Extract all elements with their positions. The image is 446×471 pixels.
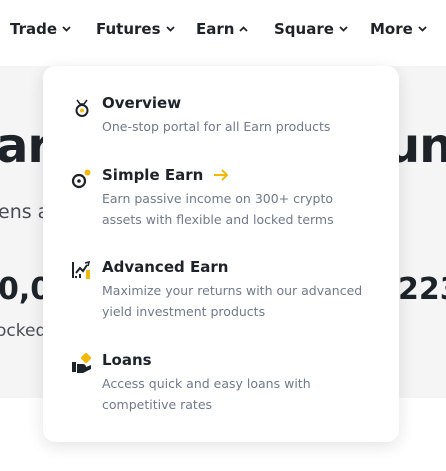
top-nav: Trade Futures Earn Square More	[0, 0, 446, 60]
nav-item-earn[interactable]: Earn	[196, 18, 249, 40]
menu-item-title: Simple Earn	[102, 166, 204, 184]
menu-item-title: Advanced Earn	[102, 258, 229, 276]
simple-earn-icon	[71, 167, 93, 189]
nav-item-futures[interactable]: Futures	[96, 18, 175, 40]
menu-item-description: Access quick and easy loans with competi…	[102, 376, 311, 412]
hero-subtitle-fragment: ens a	[0, 201, 50, 223]
menu-item-title: Overview	[102, 94, 182, 112]
earn-dropdown-menu: Overview One-stop portal for all Earn pr…	[43, 66, 399, 442]
hero-stat-fragment: 223	[398, 272, 446, 307]
nav-item-label: Futures	[96, 20, 161, 38]
menu-item-title: Loans	[102, 351, 152, 369]
chevron-down-icon	[165, 26, 175, 32]
chevron-down-icon	[418, 26, 427, 32]
menu-item-description: One-stop portal for all Earn products	[102, 119, 331, 134]
nav-item-more[interactable]: More	[370, 18, 427, 40]
chevron-down-icon	[62, 26, 71, 32]
chevron-down-icon	[339, 26, 348, 32]
menu-item-title-row: Simple Earn	[102, 166, 229, 184]
nav-item-label: More	[370, 20, 413, 38]
hero-locked-fragment: ocked	[0, 321, 47, 341]
arrow-right-icon	[213, 169, 229, 181]
menu-item-loans[interactable]: Loans Access quick and easy loans with c…	[43, 349, 399, 421]
nav-item-label: Square	[274, 20, 334, 38]
nav-item-square[interactable]: Square	[274, 18, 348, 40]
loans-icon	[71, 352, 93, 374]
nav-item-trade[interactable]: Trade	[10, 18, 71, 40]
nav-item-label: Trade	[10, 20, 58, 38]
chevron-up-icon	[239, 26, 249, 32]
menu-item-overview[interactable]: Overview One-stop portal for all Earn pr…	[43, 88, 399, 150]
overview-icon	[71, 97, 93, 119]
menu-item-description: Earn passive income on 300+ crypto asset…	[102, 191, 334, 227]
menu-item-description: Maximize your returns with our advanced …	[102, 283, 363, 319]
menu-item-simple-earn[interactable]: Simple Earn Earn passive income on 300+ …	[43, 164, 399, 236]
nav-item-label: Earn	[196, 20, 235, 38]
menu-item-advanced-earn[interactable]: Advanced Earn Maximize your returns with…	[43, 256, 399, 328]
advanced-earn-icon	[71, 259, 93, 281]
